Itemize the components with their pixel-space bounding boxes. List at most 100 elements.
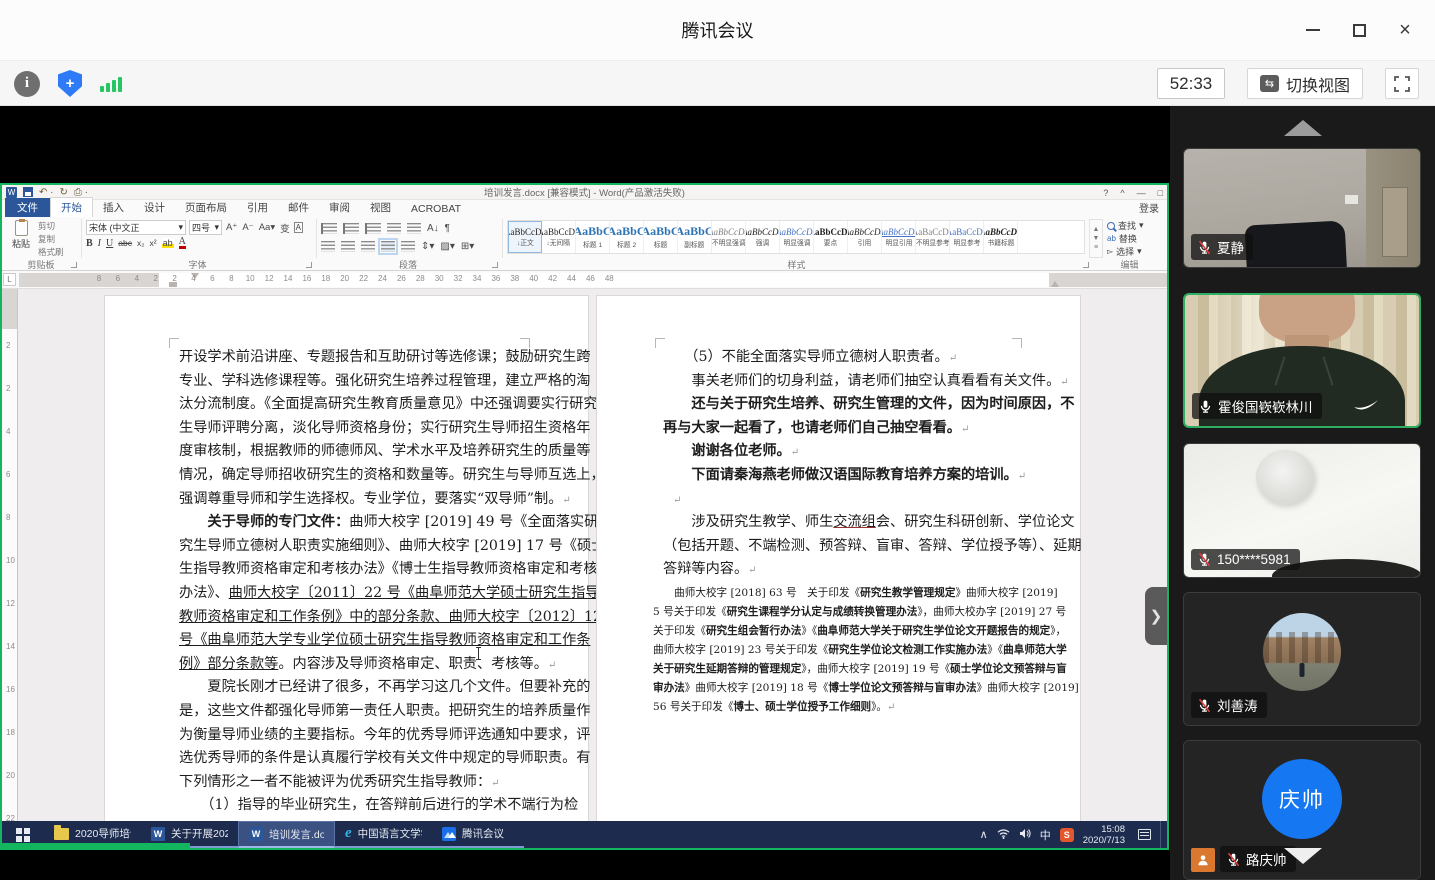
highlight-color-button[interactable]: ab [162, 238, 174, 248]
change-case-button[interactable]: Aa▾ [258, 222, 276, 233]
speaker-icon[interactable] [1019, 826, 1031, 844]
word-tab-视图[interactable]: 视图 [360, 198, 401, 217]
style-item-↓正文[interactable]: AaBbCcDd↓正文 [508, 221, 542, 253]
borders-button[interactable]: ⊞▾ [461, 241, 474, 252]
paste-button[interactable]: 粘贴 [8, 220, 34, 257]
style-item-标题 2[interactable]: AaBbC标题 2 [610, 221, 644, 253]
style-item-副标题[interactable]: AaBbC副标题 [678, 221, 712, 253]
distribute-button[interactable] [401, 241, 415, 252]
dialog-launcher-icon[interactable] [71, 262, 77, 268]
multilevel-list-button[interactable] [365, 223, 381, 234]
wifi-icon[interactable] [997, 826, 1010, 844]
participant-tile-150****5981[interactable]: 150****5981 [1183, 443, 1421, 578]
shrink-font-button[interactable]: A⁻ [241, 222, 254, 233]
decrease-indent-button[interactable] [387, 223, 401, 234]
word-minimize-button[interactable]: — [1137, 188, 1146, 198]
maximize-button[interactable] [1343, 14, 1375, 46]
superscript-button[interactable]: x² [150, 238, 157, 248]
shading-button[interactable]: ▨▾ [440, 241, 454, 252]
select-button[interactable]: ▻选择▾ [1107, 246, 1161, 257]
cut-button[interactable]: 剪切 [38, 220, 64, 232]
ribbon-toggle-button[interactable]: ^ [1120, 188, 1124, 198]
notification-center-icon[interactable] [1138, 829, 1151, 840]
phonetic-guide-button[interactable]: 变 [279, 221, 291, 235]
tab-selector[interactable]: L [3, 273, 16, 286]
participant-tile-霍俊国嵚嵚林川[interactable]: 霍俊国嵚嵚林川 [1183, 293, 1421, 428]
strikethrough-button[interactable]: abc [118, 238, 132, 248]
word-tab-ACROBAT[interactable]: ACROBAT [401, 201, 471, 217]
horizontal-ruler[interactable]: 8642246810121416182022242628303234363840… [19, 273, 1167, 287]
network-signal-icon[interactable] [100, 75, 122, 92]
minimize-button[interactable] [1297, 14, 1329, 46]
subscript-button[interactable]: x₂ [137, 238, 145, 248]
sort-button[interactable]: A↓ [427, 223, 439, 234]
numbering-button[interactable] [343, 223, 359, 234]
scroll-up-arrow[interactable] [1284, 120, 1322, 136]
switch-view-button[interactable]: ⇆ 切换视图 [1247, 68, 1363, 99]
word-tab-开始[interactable]: 开始 [50, 197, 93, 217]
right-indent-marker[interactable] [1051, 281, 1059, 287]
line-spacing-button[interactable]: ⇕▾ [421, 241, 434, 252]
font-size-select[interactable]: 四号▾ [189, 220, 222, 235]
pilcrow-button[interactable]: ¶ [445, 223, 450, 234]
underline-button[interactable]: U [106, 238, 113, 249]
grow-font-button[interactable]: A⁺ [225, 222, 238, 233]
taskbar-item-培训发言.docx [兼...[interactable]: W培训发言.docx [兼... [238, 821, 335, 848]
align-center-button[interactable] [341, 241, 355, 252]
vertical-ruler[interactable]: 2246810121416182022 [2, 289, 18, 821]
justify-button[interactable] [381, 241, 395, 252]
participant-tile-刘善涛[interactable]: 刘善涛 [1183, 592, 1421, 726]
dialog-launcher-icon[interactable] [1083, 262, 1089, 268]
find-button[interactable]: 查找▾ [1107, 220, 1161, 231]
ime-indicator[interactable]: 中 [1040, 827, 1051, 843]
font-color-button[interactable]: A [179, 237, 186, 249]
meeting-info-icon[interactable]: i [14, 71, 40, 97]
style-item-标题 1[interactable]: AaBbC标题 1 [576, 221, 610, 253]
align-right-button[interactable] [361, 241, 375, 252]
style-gallery-arrows[interactable]: ▲▼≡ [1090, 219, 1103, 258]
word-tab-审阅[interactable]: 审阅 [319, 198, 360, 217]
char-border-button[interactable]: A [294, 222, 303, 233]
style-item-要点[interactable]: AaBbCcDd要点 [814, 221, 848, 253]
word-tab-设计[interactable]: 设计 [134, 198, 175, 217]
word-tab-邮件[interactable]: 邮件 [278, 198, 319, 217]
dialog-launcher-icon[interactable] [306, 262, 312, 268]
close-button[interactable]: × [1389, 14, 1421, 46]
taskbar-item-腾讯会议[interactable]: 腾讯会议 [432, 821, 524, 848]
participant-tile-夏静[interactable]: 夏静 [1183, 148, 1421, 268]
increase-indent-button[interactable] [407, 223, 421, 234]
taskbar-item-中国语言文学学科...[interactable]: e中国语言文学学科... [335, 821, 432, 848]
health-shield-icon[interactable]: + [58, 70, 82, 97]
font-name-select[interactable]: 宋体 (中文正▾ [86, 220, 186, 235]
taskbar-clock[interactable]: 15:082020/7/13 [1083, 824, 1129, 846]
style-item-强调[interactable]: AaBbCcDd强调 [746, 221, 780, 253]
style-item-不明显强调[interactable]: AaBbCcDd不明显强调 [712, 221, 746, 253]
word-signin[interactable]: 登录 [1139, 200, 1159, 215]
italic-button[interactable]: I [98, 238, 101, 249]
dialog-launcher-icon[interactable] [492, 262, 498, 268]
replace-button[interactable]: ab替换 [1107, 233, 1161, 244]
style-item-明显引用[interactable]: AaBbCcDd明显引用 [882, 221, 916, 253]
document-area[interactable]: 2246810121416182022 开设学术前沿讲座、专题报告和互助研讨等选… [2, 289, 1167, 821]
align-left-button[interactable] [321, 241, 335, 252]
style-item-明显参考[interactable]: AaBaCcDd明显参考 [950, 221, 984, 253]
document-page-right[interactable]: （5）不能全面落实导师立德树人职责者。↵ 事关老师们的切身利益，请老师们抽空认真… [597, 296, 1080, 821]
word-help-button[interactable]: ? [1103, 188, 1108, 198]
sidebar-collapse-button[interactable]: ❯ [1145, 587, 1167, 645]
fullscreen-button[interactable] [1385, 68, 1419, 99]
bold-button[interactable]: B [86, 238, 93, 249]
style-item-引用[interactable]: AaBbCcDd引用 [848, 221, 882, 253]
document-page-left[interactable]: 开设学术前沿讲座、专题报告和互助研讨等选修课；鼓励研究生跨专业、学科选修课程等。… [105, 296, 588, 821]
style-item-不明显参考[interactable]: AaBaCcDd不明显参考 [916, 221, 950, 253]
format-painter-button[interactable]: 格式刷 [38, 246, 64, 258]
word-tab-文件[interactable]: 文件 [5, 198, 50, 217]
word-tab-引用[interactable]: 引用 [237, 198, 278, 217]
scroll-down-arrow[interactable] [1284, 848, 1322, 864]
sogou-icon[interactable]: S [1060, 828, 1074, 842]
style-item-书籍标题[interactable]: AaBbCcDd书籍标题 [984, 221, 1018, 253]
style-item-↓无间隔[interactable]: AaBbCcDd↓无间隔 [542, 221, 576, 253]
word-maximize-button[interactable]: □ [1158, 188, 1163, 198]
style-item-标题[interactable]: AaBbC标题 [644, 221, 678, 253]
style-item-明显强调[interactable]: AaBbCcDd明显强调 [780, 221, 814, 253]
word-tab-插入[interactable]: 插入 [93, 198, 134, 217]
